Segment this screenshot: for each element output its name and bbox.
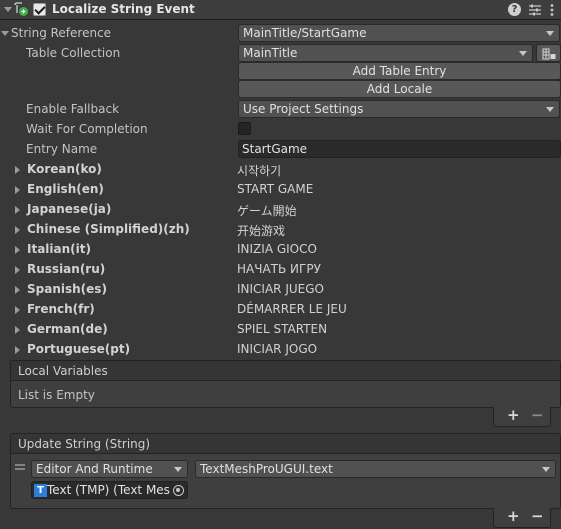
chevron-down-icon — [542, 467, 550, 472]
locale-value: INICIAR JUEGO — [237, 282, 324, 296]
help-icon[interactable]: ? — [508, 3, 521, 16]
locale-value: INICIAR JOGO — [237, 342, 318, 356]
enable-fallback-label: Enable Fallback — [26, 102, 120, 116]
component-enabled-checkbox[interactable] — [33, 3, 46, 16]
locale-name: Italian(it) — [27, 242, 91, 256]
locale-name: Japanese(ja) — [27, 202, 112, 216]
local-variables-title: Local Variables — [18, 364, 108, 378]
enable-fallback-dropdown[interactable]: Use Project Settings — [238, 100, 560, 118]
locale-foldout[interactable] — [15, 266, 20, 274]
locale-value: INIZIA GIOCO — [237, 242, 317, 256]
locale-name: French(fr) — [27, 302, 95, 316]
wait-for-completion-checkbox[interactable] — [238, 122, 251, 135]
presets-icon[interactable] — [528, 3, 542, 17]
add-table-entry-button[interactable]: Add Table Entry — [238, 62, 561, 80]
locale-value: DÉMARRER LE JEU — [237, 302, 347, 316]
string-reference-label: String Reference — [11, 26, 112, 40]
kebab-icon[interactable] — [549, 2, 555, 18]
runtime-mode-value: Editor And Runtime — [36, 462, 153, 476]
target-object-value: Text (TMP) (Text Mes — [47, 483, 170, 497]
locale-foldout[interactable] — [15, 186, 20, 194]
locale-value: ゲーム開始 — [237, 204, 297, 218]
table-collection-dropdown[interactable]: MainTitle — [238, 44, 533, 62]
locale-foldout[interactable] — [15, 306, 20, 314]
runtime-mode-dropdown[interactable]: Editor And Runtime — [31, 460, 188, 478]
locale-foldout[interactable] — [15, 226, 20, 234]
locale-name: Korean(ko) — [27, 162, 102, 176]
remove-icon[interactable]: − — [531, 507, 544, 525]
locale-value: SPIEL STARTEN — [237, 322, 328, 336]
component-foldout-arrow[interactable] — [4, 7, 12, 12]
locale-name: Chinese (Simplified)(zh) — [27, 222, 190, 236]
locale-foldout[interactable] — [15, 286, 20, 294]
locale-name: Portuguese(pt) — [27, 342, 131, 356]
locale-foldout[interactable] — [15, 166, 20, 174]
locale-value: 开始游戏 — [237, 224, 286, 238]
enable-fallback-value: Use Project Settings — [243, 102, 364, 116]
table-collection-label: Table Collection — [26, 46, 121, 60]
chevron-down-icon — [174, 467, 182, 472]
function-value: TextMeshProUGUI.text — [200, 462, 333, 476]
add-locale-button[interactable]: Add Locale — [238, 80, 561, 98]
update-string-footer: + − — [493, 507, 551, 528]
locale-foldout[interactable] — [15, 246, 20, 254]
script-icon — [13, 2, 29, 17]
entry-name-input[interactable]: StartGame — [238, 140, 561, 158]
function-dropdown[interactable]: TextMeshProUGUI.text — [195, 460, 556, 478]
table-window-button[interactable] — [536, 44, 561, 62]
object-picker-icon[interactable] — [173, 485, 184, 496]
locale-value: 시작하기 — [237, 164, 282, 178]
add-icon[interactable]: + — [507, 507, 520, 525]
local-variables-panel: Local Variables List is Empty — [10, 360, 561, 408]
locale-value: НАЧАТЬ ИГРУ — [237, 262, 321, 276]
add-icon[interactable]: + — [507, 406, 520, 424]
table-collection-value: MainTitle — [243, 46, 298, 60]
locale-name: Spanish(es) — [27, 282, 107, 296]
chevron-down-icon — [519, 51, 527, 56]
locale-value: START GAME — [237, 182, 314, 196]
wait-for-completion-label: Wait For Completion — [26, 122, 148, 136]
remove-icon[interactable]: − — [531, 406, 544, 424]
locale-foldout[interactable] — [15, 326, 20, 334]
local-variables-footer: + − — [493, 406, 551, 427]
list-empty-text: List is Empty — [18, 388, 95, 402]
update-string-title: Update String (String) — [18, 437, 151, 451]
string-reference-dropdown[interactable]: MainTitle/StartGame — [238, 24, 560, 42]
string-reference-foldout[interactable] — [1, 31, 9, 36]
locale-name: German(de) — [27, 322, 108, 336]
chevron-down-icon — [546, 31, 554, 36]
locale-foldout[interactable] — [15, 346, 20, 354]
component-title: Localize String Event — [52, 2, 195, 16]
locale-foldout[interactable] — [15, 206, 20, 214]
chevron-down-icon — [546, 107, 554, 112]
locale-name: Russian(ru) — [27, 262, 106, 276]
target-object-field[interactable]: T Text (TMP) (Text Mes — [31, 481, 188, 499]
string-reference-value: MainTitle/StartGame — [243, 26, 367, 40]
entry-name-label: Entry Name — [26, 142, 98, 156]
locale-name: English(en) — [27, 182, 104, 196]
tmp-text-icon: T — [34, 484, 47, 497]
drag-handle-icon[interactable] — [14, 461, 26, 471]
